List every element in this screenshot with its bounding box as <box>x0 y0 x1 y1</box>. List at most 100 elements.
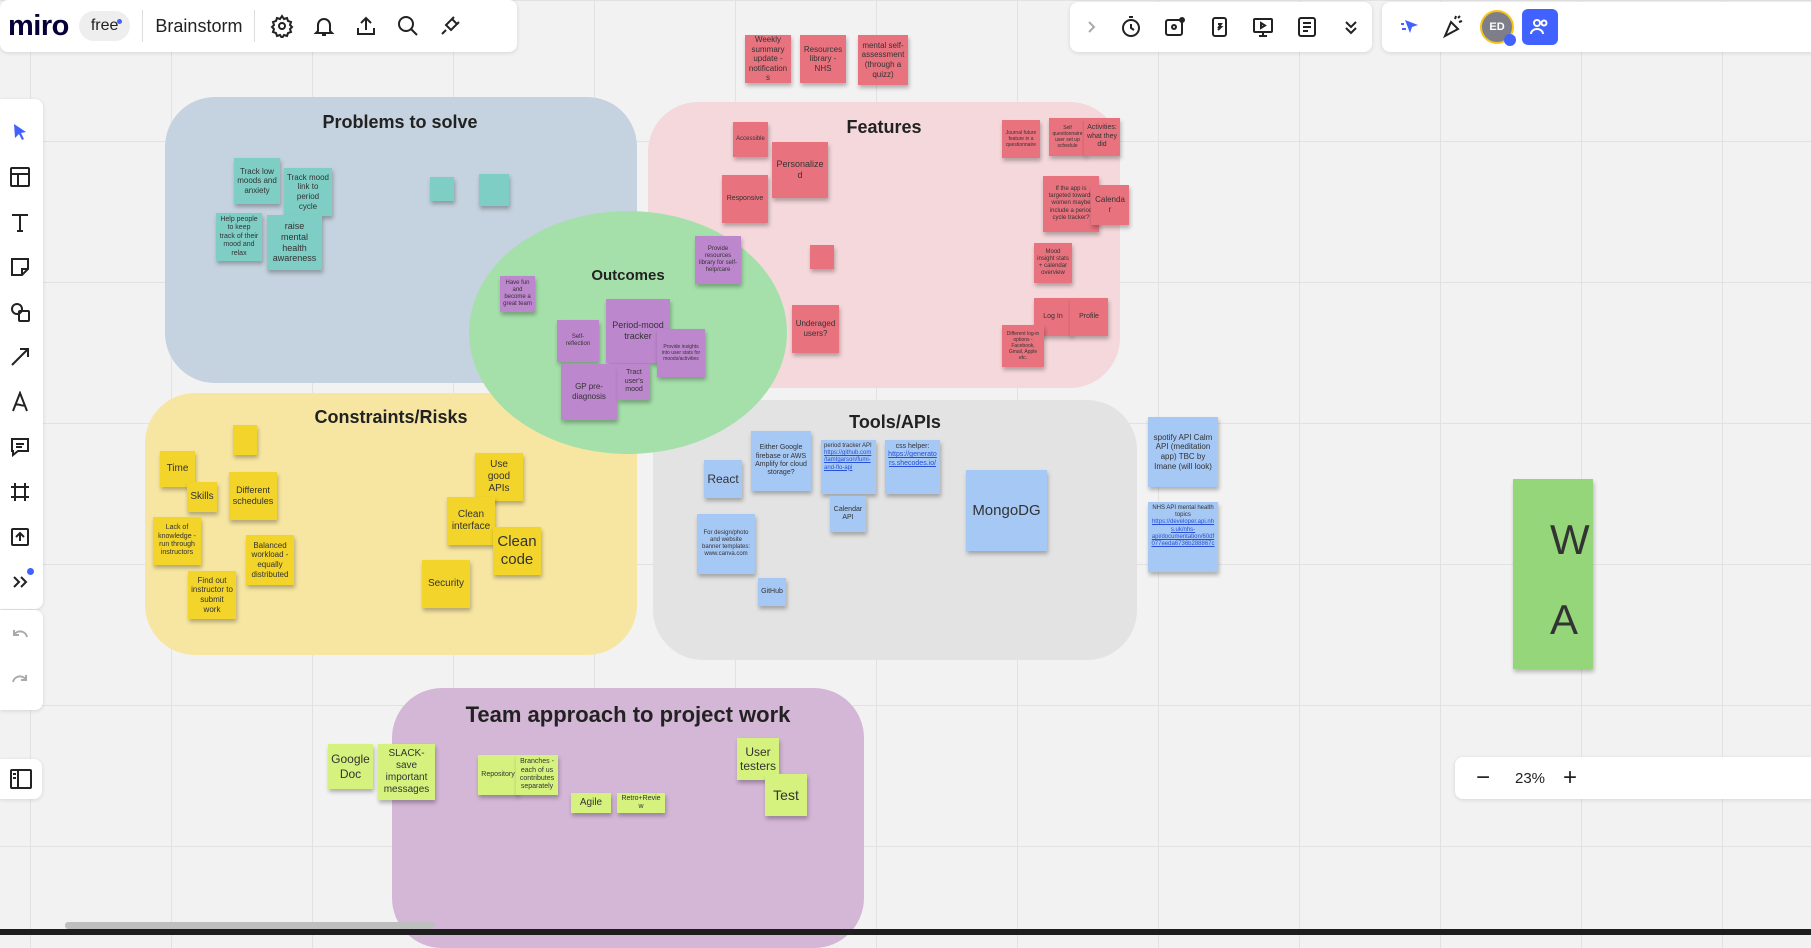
sticky-note[interactable]: SLACK- save important messages <box>378 744 435 800</box>
sticky-note[interactable]: Skills <box>187 482 217 512</box>
sticky-note[interactable]: Balanced workload - equally distributed <box>246 535 294 585</box>
comment-icon[interactable] <box>0 427 40 467</box>
timer-icon[interactable] <box>1116 12 1146 42</box>
bottom-scrollbar-thumb[interactable] <box>65 922 435 929</box>
sticky-note[interactable]: Retro+Review <box>617 793 665 813</box>
reactions-icon[interactable] <box>1438 12 1468 42</box>
sticky-note[interactable]: Test <box>765 774 807 816</box>
note-text: css helper: <box>895 443 930 450</box>
board-panel-toggle[interactable] <box>0 759 42 799</box>
undo-icon[interactable] <box>0 616 40 656</box>
zoom-out-button[interactable]: − <box>1471 764 1495 792</box>
sticky-note[interactable]: MongoDG <box>966 470 1047 551</box>
sticky-note-empty[interactable] <box>233 425 257 455</box>
sticky-note[interactable]: Have fun and become a great team <box>500 276 535 312</box>
miro-logo[interactable]: miro <box>8 10 69 43</box>
sticky-note-icon[interactable] <box>0 247 40 287</box>
sticky-note[interactable]: Agile <box>571 793 611 813</box>
nhs-link[interactable]: https://developer.api.nhs.uk/nhs-api/doc… <box>1151 519 1214 547</box>
sticky-note[interactable]: Accessible <box>733 122 768 157</box>
more-apps-icon[interactable] <box>0 562 40 602</box>
sticky-note[interactable]: Security <box>422 560 470 608</box>
constraints-title: Constraints/Risks <box>314 407 468 427</box>
search-icon[interactable] <box>393 11 423 41</box>
sticky-note[interactable]: GP pre-diagnosis <box>561 364 617 420</box>
board-name[interactable]: Brainstorm <box>155 16 242 37</box>
sticky-note[interactable]: mental self-assessment (through a quizz) <box>858 35 908 85</box>
connection-line-icon[interactable] <box>0 337 40 377</box>
cursor-share-icon[interactable] <box>1396 12 1426 42</box>
double-chevron-down-icon[interactable] <box>1336 12 1366 42</box>
sticky-note[interactable]: Activities: what they did <box>1084 118 1120 156</box>
sticky-note[interactable]: Different log-in options - Facebook, Gma… <box>1002 325 1044 367</box>
sticky-note[interactable]: Resources library - NHS <box>800 35 846 83</box>
sticky-note[interactable]: Provide insights into user stats for moo… <box>657 329 705 377</box>
pen-icon[interactable] <box>0 382 40 422</box>
sticky-note-link[interactable]: period tracker API https://github.com/ta… <box>821 440 876 494</box>
shapes-icon[interactable] <box>0 292 40 332</box>
sticky-note[interactable]: Lack of knowledge - run through instruct… <box>153 517 201 565</box>
sticky-note[interactable]: Calendar <box>1091 185 1129 225</box>
sticky-note[interactable]: GitHub <box>758 578 786 606</box>
sidebar-panel-icon <box>10 769 32 789</box>
sticky-note[interactable]: Google Doc <box>328 744 373 789</box>
plan-badge[interactable]: free <box>78 11 131 41</box>
bell-icon[interactable] <box>309 11 339 41</box>
sticky-note[interactable]: Self-reflection <box>557 320 599 362</box>
presentation-icon[interactable] <box>1248 12 1278 42</box>
sticky-note-empty[interactable] <box>479 174 509 206</box>
api-link[interactable]: https://github.com/tamtgarson/fumi-and-f… <box>824 450 871 470</box>
chevron-right-icon[interactable] <box>1076 12 1106 42</box>
sticky-note[interactable]: Self questionnaire user set up schedule <box>1049 118 1086 156</box>
sticky-note[interactable]: Profile <box>1070 298 1108 336</box>
zoom-level[interactable]: 23% <box>1515 770 1545 787</box>
css-link[interactable]: https://generators.shecodes.io/ <box>888 451 937 466</box>
sticky-note[interactable]: Tract user's mood <box>618 364 650 400</box>
sticky-note[interactable]: raise mental health awareness <box>267 215 322 270</box>
sticky-note[interactable]: React <box>704 460 742 498</box>
voting-icon[interactable] <box>1204 12 1234 42</box>
sticky-note-link[interactable]: css helper: https://generators.shecodes.… <box>885 440 940 494</box>
sticky-note[interactable]: Different schedules <box>229 472 277 520</box>
sticky-note[interactable]: Provide resources library for self-help/… <box>695 236 741 284</box>
sticky-note[interactable]: Personalized <box>772 142 828 198</box>
sticky-note[interactable]: Repository <box>478 755 518 795</box>
sticky-note-empty[interactable] <box>430 177 454 201</box>
notes-list-icon[interactable] <box>1292 12 1322 42</box>
collaboration-toolbar <box>1070 2 1372 52</box>
plug-icon[interactable] <box>435 11 465 41</box>
sticky-note[interactable]: Clean interface <box>447 497 495 545</box>
sticky-note[interactable]: Track low moods and anxiety <box>234 158 280 204</box>
sticky-note-empty[interactable] <box>810 245 834 269</box>
sticky-note[interactable]: Journal future feature in a questionnair… <box>1002 120 1040 158</box>
note-text: NHS API mental health topics <box>1152 505 1214 519</box>
frame-icon[interactable] <box>0 472 40 512</box>
sticky-note[interactable]: Clean code <box>493 527 541 575</box>
sticky-note[interactable]: Either Google firebase or AWS Amplify fo… <box>751 431 811 491</box>
redo-icon[interactable] <box>0 661 40 701</box>
sticky-note[interactable]: Use good APIs <box>475 453 523 501</box>
edge-note-text: W A <box>1550 516 1590 643</box>
sticky-note[interactable]: spotify API Calm API (meditation app) TB… <box>1148 417 1218 487</box>
text-tool-icon[interactable] <box>0 202 40 242</box>
sticky-note[interactable]: Help people to keep track of their mood … <box>216 213 262 261</box>
share-users-icon[interactable] <box>1522 9 1558 45</box>
sticky-note[interactable]: Weekly summary update - notifications <box>745 35 791 83</box>
sticky-note[interactable]: Branches - each of us contributes separa… <box>516 755 558 795</box>
sticky-note[interactable]: Find out instructor to submit work <box>188 571 236 619</box>
sticky-note[interactable]: Mood insight stats + calendar overview <box>1034 243 1072 283</box>
upload-share-icon[interactable] <box>351 11 381 41</box>
video-chat-icon[interactable] <box>1160 12 1190 42</box>
select-cursor-icon[interactable] <box>0 112 40 152</box>
templates-icon[interactable] <box>0 157 40 197</box>
sticky-note-link[interactable]: NHS API mental health topics https://dev… <box>1148 502 1218 572</box>
sticky-note[interactable]: For design/photo and website banner temp… <box>697 514 755 574</box>
sticky-note[interactable]: Underaged users? <box>792 305 839 353</box>
user-avatar[interactable]: ED <box>1480 10 1516 46</box>
sticky-note[interactable]: Track mood link to period cycle <box>284 168 332 216</box>
zoom-in-button[interactable]: + <box>1563 764 1577 792</box>
sticky-note[interactable]: Calendar API <box>830 496 866 532</box>
sticky-note[interactable]: Responsive <box>722 175 768 223</box>
upload-icon[interactable] <box>0 517 40 557</box>
settings-gear-icon[interactable] <box>267 11 297 41</box>
